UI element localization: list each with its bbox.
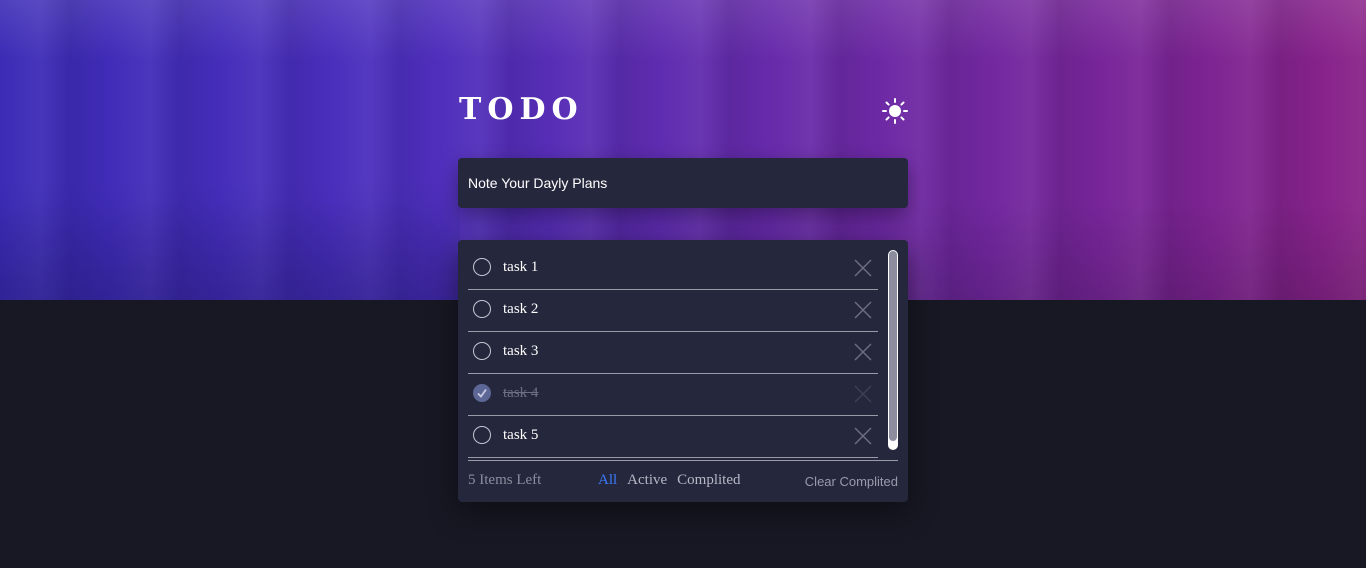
- clear-completed-button[interactable]: Clear Complited: [805, 474, 898, 489]
- task-list-card: task 1 task 2 task 3 task 4 task 5 5 Ite…: [458, 240, 908, 502]
- task-text: task 1: [503, 259, 539, 275]
- delete-task-button[interactable]: [854, 427, 872, 445]
- close-icon: [854, 343, 872, 361]
- delete-task-button[interactable]: [854, 259, 872, 277]
- task-item: task 2: [468, 290, 878, 332]
- theme-toggle-button[interactable]: [880, 96, 910, 126]
- check-icon: [477, 388, 487, 398]
- new-task-box: [458, 158, 908, 208]
- filter-active[interactable]: Active: [627, 472, 667, 488]
- delete-task-button[interactable]: [854, 385, 872, 403]
- task-item: task 1: [468, 248, 878, 290]
- task-checkbox[interactable]: [473, 300, 491, 318]
- filter-completed[interactable]: Complited: [677, 472, 740, 488]
- close-icon: [854, 385, 872, 403]
- task-checkbox[interactable]: [473, 258, 491, 276]
- close-icon: [854, 301, 872, 319]
- filter-all[interactable]: All: [598, 472, 617, 488]
- task-text: task 4: [503, 385, 539, 401]
- close-icon: [854, 427, 872, 445]
- task-item: task 5: [468, 416, 878, 458]
- delete-task-button[interactable]: [854, 343, 872, 361]
- items-left-count: 5 Items Left: [468, 472, 542, 488]
- hero-floor-shade: [0, 180, 460, 300]
- task-checkbox-checked[interactable]: [473, 384, 491, 402]
- task-list: task 1 task 2 task 3 task 4 task 5: [468, 248, 878, 458]
- task-item-completed: task 4: [468, 374, 878, 416]
- task-list-scrollbar[interactable]: [888, 250, 898, 450]
- task-text: task 3: [503, 343, 539, 359]
- delete-task-button[interactable]: [854, 301, 872, 319]
- task-item: task 3: [468, 332, 878, 374]
- filter-group: All Active Complited: [598, 472, 751, 489]
- sun-icon: [882, 98, 908, 124]
- list-footer: 5 Items Left All Active Complited Clear Co…: [468, 471, 898, 493]
- task-text: task 5: [503, 427, 539, 443]
- new-task-input[interactable]: [468, 172, 888, 194]
- task-checkbox[interactable]: [473, 342, 491, 360]
- app-title: TODO: [459, 92, 584, 127]
- scrollbar-thumb[interactable]: [889, 251, 897, 441]
- task-text: task 2: [503, 301, 539, 317]
- close-icon: [854, 259, 872, 277]
- footer-divider: [468, 460, 898, 461]
- task-checkbox[interactable]: [473, 426, 491, 444]
